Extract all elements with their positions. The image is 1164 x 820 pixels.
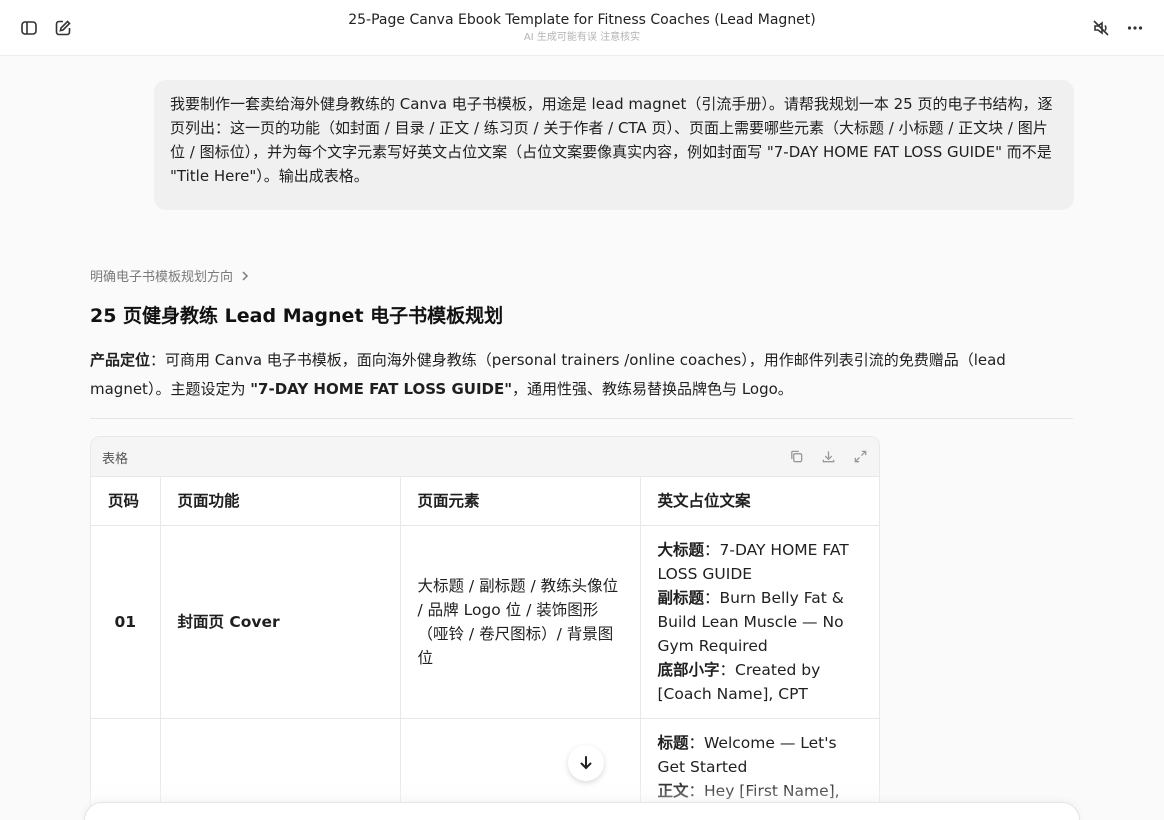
mute-button[interactable] <box>1087 14 1115 42</box>
copy-line-label: 大标题 <box>657 540 705 559</box>
copy-line: 正文：Hey [First Name], <box>658 779 864 803</box>
copy-icon <box>790 450 802 462</box>
table-actions <box>787 447 869 465</box>
top-bar: 25-Page Canva Ebook Template for Fitness… <box>0 0 1164 56</box>
cell-page-elements: 大标题 / 副标题 / 教练头像位 / 品牌 Logo 位 / 装饰图形（哑铃 … <box>400 525 641 719</box>
col-header-copy: 英文占位文案 <box>640 477 879 526</box>
page-plan-table: 页码 页面功能 页面元素 英文占位文案 01 封面页 Cover 大标题 / 副… <box>91 477 879 819</box>
copy-line-label: 正文 <box>657 781 689 800</box>
copy-line-label: 副标题 <box>657 588 705 607</box>
table-header-row: 页码 页面功能 页面元素 英文占位文案 <box>91 477 879 526</box>
response-paragraph: 产品定位：可商用 Canva 电子书模板，面向海外健身教练（personal t… <box>90 346 1070 404</box>
message-input-box[interactable] <box>84 802 1080 820</box>
response-heading: 25 页健身教练 Lead Magnet 电子书模板规划 <box>90 305 504 327</box>
copy-line-label: 底部小字 <box>657 660 720 679</box>
user-message: 我要制作一套卖给海外健身教练的 Canva 电子书模板，用途是 lead mag… <box>154 80 1074 210</box>
para-text-2: ，通用性强、教练易替换品牌色与 Logo。 <box>512 380 793 398</box>
copy-line-label: 标题 <box>657 733 689 752</box>
scroll-to-bottom-button[interactable] <box>568 745 604 781</box>
download-table-button[interactable] <box>819 447 837 465</box>
cell-page-number: 01 <box>91 525 161 719</box>
reasoning-label: 明确电子书模板规划方向 <box>90 270 234 285</box>
speaker-mute-icon <box>1093 20 1109 36</box>
chevron-right-icon <box>242 270 249 281</box>
expand-icon <box>854 450 866 462</box>
table-row: 01 封面页 Cover 大标题 / 副标题 / 教练头像位 / 品牌 Logo… <box>91 525 879 719</box>
copy-line-text: ：Hey [First Name], <box>688 781 840 800</box>
col-header-elements: 页面元素 <box>400 477 641 526</box>
ai-disclaimer: AI 生成可能有误 注意核实 <box>523 32 641 43</box>
col-header-function: 页面功能 <box>160 477 401 526</box>
copy-table-button[interactable] <box>787 447 805 465</box>
copy-line: 副标题：Burn Belly Fat & Build Lean Muscle —… <box>658 586 864 658</box>
table-label: 表格 <box>102 452 129 467</box>
para-label: 产品定位 <box>90 351 151 369</box>
cell-page-function: 封面页 Cover <box>160 525 401 719</box>
cell-placeholder-copy: 大标题：7-DAY HOME FAT LOSS GUIDE 副标题：Burn B… <box>640 525 879 719</box>
copy-line: 标题：Welcome — Let's Get Started <box>658 731 864 779</box>
expand-table-button[interactable] <box>851 447 869 465</box>
more-icon <box>1127 26 1143 30</box>
table-card: 表格 页码 页面功能 页面元素 英文占位文案 01 封面页 Cover 大标题 … <box>90 436 880 820</box>
more-options-button[interactable] <box>1121 14 1149 42</box>
reasoning-toggle[interactable]: 明确电子书模板规划方向 <box>90 266 251 285</box>
divider <box>90 418 1073 419</box>
copy-line: 底部小字：Created by [Coach Name], CPT <box>658 658 864 706</box>
conversation-title: 25-Page Canva Ebook Template for Fitness… <box>348 12 816 28</box>
conversation-title-block: 25-Page Canva Ebook Template for Fitness… <box>0 10 1164 45</box>
table-card-header: 表格 <box>91 437 879 477</box>
download-icon <box>822 450 834 462</box>
copy-line: 大标题：7-DAY HOME FAT LOSS GUIDE <box>658 538 864 586</box>
para-bold-theme: "7-DAY HOME FAT LOSS GUIDE" <box>250 380 513 398</box>
col-header-page: 页码 <box>91 477 161 526</box>
arrow-down-icon <box>580 756 592 770</box>
